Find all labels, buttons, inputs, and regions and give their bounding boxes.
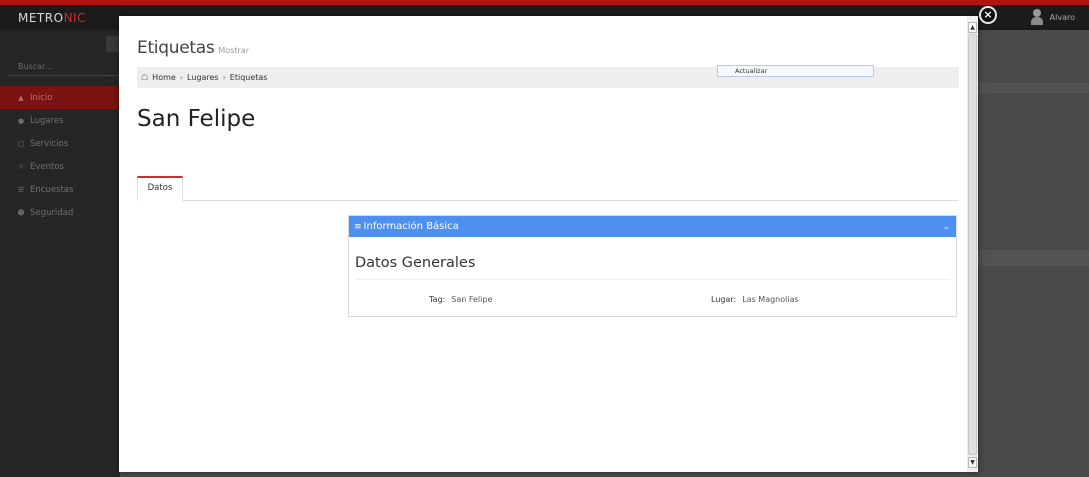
portlet-header[interactable]: ≡ Información Básica ⌄ xyxy=(349,216,956,237)
background-row xyxy=(976,250,1089,266)
sidebar: ▲ Inicio ● Lugares □ Servicios ☼ Eventos… xyxy=(0,30,120,477)
home-icon: ▲ xyxy=(18,93,24,102)
bar-chart-icon: □ xyxy=(17,139,25,148)
list-icon: ☰ xyxy=(17,185,25,194)
section-title: Datos Generales xyxy=(355,255,476,271)
user-icon: ☻ xyxy=(17,208,25,217)
sidebar-toggle-button[interactable] xyxy=(106,36,120,52)
page-header: Etiquetas Mostrar xyxy=(137,38,249,58)
background-row xyxy=(976,83,1089,93)
sidebar-menu: ▲ Inicio ● Lugares □ Servicios ☼ Eventos… xyxy=(0,86,120,224)
sidebar-search xyxy=(8,54,120,77)
field-lugar: Lugar: Las Magnolias xyxy=(711,295,799,304)
breadcrumb-home[interactable]: Home xyxy=(152,73,176,82)
logo-text-part2: NIC xyxy=(63,11,86,25)
scrollbar-thumb[interactable] xyxy=(968,34,977,455)
search-input[interactable] xyxy=(8,56,120,77)
chevron-right-icon: › xyxy=(222,73,226,82)
avatar xyxy=(1030,9,1043,25)
list-icon: ≡ xyxy=(354,221,362,232)
field-label: Tag: xyxy=(429,295,446,304)
scroll-down-icon[interactable]: ▼ xyxy=(968,457,977,468)
info-portlet: ≡ Información Básica ⌄ Datos Generales T… xyxy=(348,215,957,317)
field-value: San Felipe xyxy=(451,295,493,304)
modal-scrollbar[interactable]: ▲ ▼ xyxy=(967,16,978,472)
page-bar: ☖ Home › Lugares › Etiquetas Actualizar xyxy=(137,65,959,88)
sidebar-item-encuestas[interactable]: ☰ Encuestas xyxy=(0,178,120,201)
sidebar-item-label: Lugares xyxy=(30,115,64,126)
user-name: Alvaro xyxy=(1049,12,1075,22)
breadcrumb: ☖ Home › Lugares › Etiquetas xyxy=(141,73,267,82)
sidebar-item-servicios[interactable]: □ Servicios xyxy=(0,132,120,155)
sidebar-item-lugares[interactable]: ● Lugares xyxy=(0,109,120,132)
scroll-up-icon[interactable]: ▲ xyxy=(968,22,977,33)
sidebar-item-label: Encuestas xyxy=(30,184,74,195)
sidebar-item-label: Servicios xyxy=(30,138,69,149)
breadcrumb-etiquetas: Etiquetas xyxy=(229,73,268,82)
page-title: Etiquetas xyxy=(137,38,215,58)
portlet-title: ≡ Información Básica xyxy=(354,221,459,232)
section-divider xyxy=(355,279,950,280)
breadcrumb-lugares[interactable]: Lugares xyxy=(187,73,219,82)
app-logo[interactable]: METRONIC xyxy=(18,11,86,25)
page-subtitle: Mostrar xyxy=(218,46,249,55)
sidebar-item-label: Seguridad xyxy=(30,207,74,218)
portlet-title-text: Información Básica xyxy=(363,221,459,232)
settings-icon: ☼ xyxy=(17,162,25,171)
chevron-down-icon[interactable]: ⌄ xyxy=(942,222,950,232)
user-menu[interactable]: Alvaro xyxy=(1030,9,1075,25)
sidebar-item-label: Inicio xyxy=(30,92,53,103)
close-icon[interactable]: × xyxy=(979,6,997,24)
logo-text-part1: METRO xyxy=(18,11,64,25)
modal-dialog: Etiquetas Mostrar ☖ Home › Lugares › Eti… xyxy=(119,16,978,472)
update-button[interactable]: Actualizar xyxy=(717,65,874,77)
field-value: Las Magnolias xyxy=(742,295,799,304)
field-label: Lugar: xyxy=(711,295,737,304)
sidebar-item-label: Eventos xyxy=(30,161,64,172)
tab-bar: Datos xyxy=(137,176,959,201)
tab-datos[interactable]: Datos xyxy=(137,176,183,201)
sidebar-item-eventos[interactable]: ☼ Eventos xyxy=(0,155,120,178)
home-icon: ☖ xyxy=(141,73,149,82)
field-tag: Tag: San Felipe xyxy=(429,295,492,304)
sidebar-item-inicio[interactable]: ▲ Inicio xyxy=(0,86,120,109)
sidebar-item-seguridad[interactable]: ☻ Seguridad xyxy=(0,201,120,224)
map-marker-icon: ● xyxy=(17,116,25,125)
chevron-right-icon: › xyxy=(179,73,183,82)
record-title: San Felipe xyxy=(137,106,256,132)
